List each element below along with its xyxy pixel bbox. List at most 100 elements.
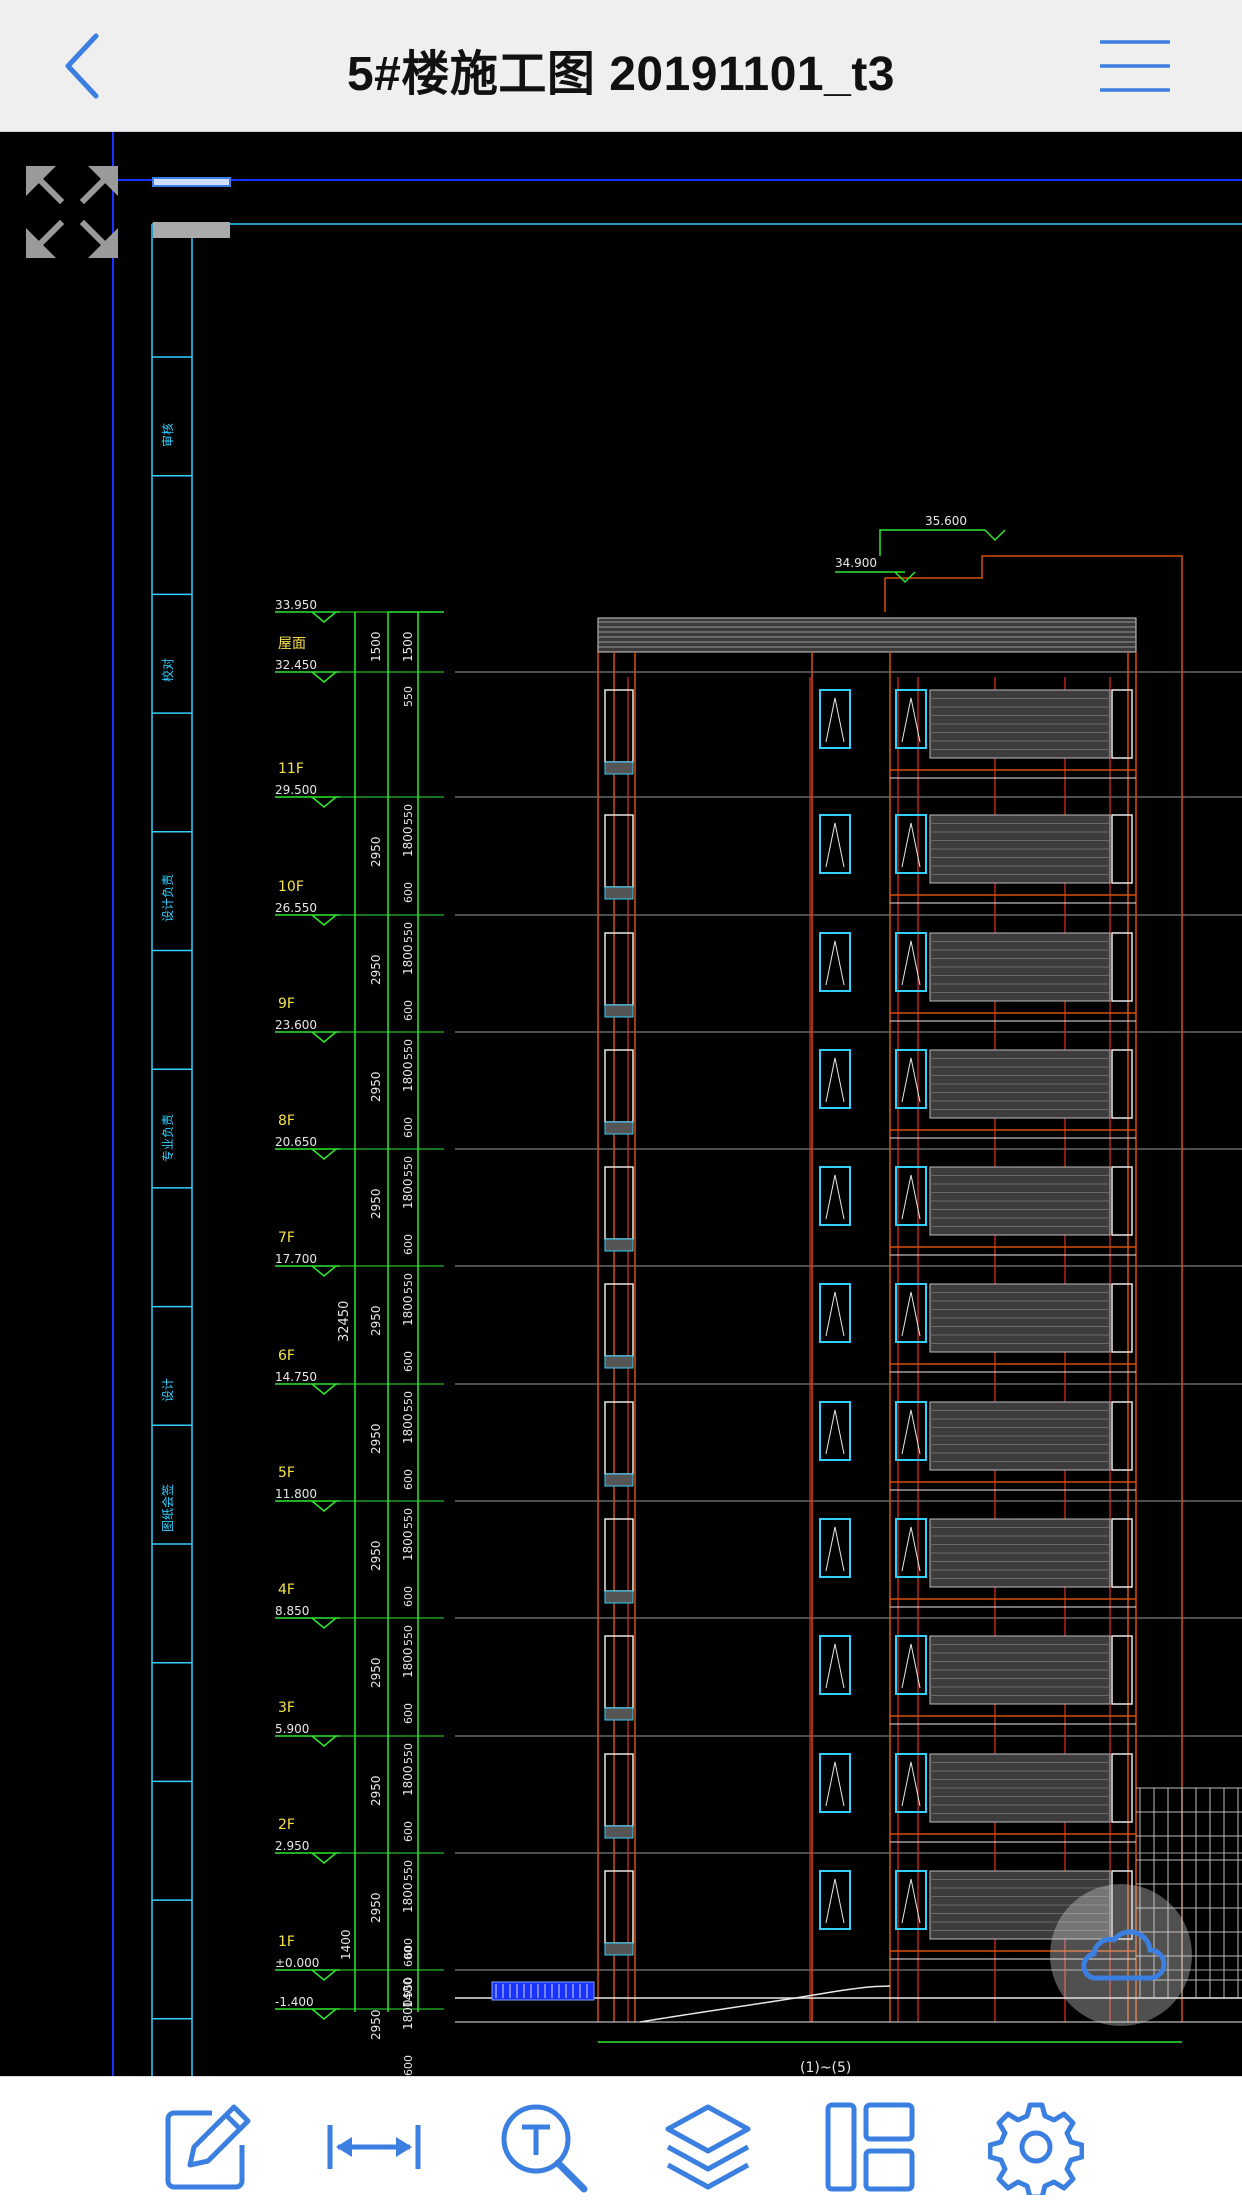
- floor-label: 2F: [278, 1817, 295, 1833]
- window: [1111, 1518, 1133, 1588]
- level-triangle: [311, 1617, 337, 1629]
- level-elevation: 20.650: [275, 1135, 317, 1149]
- window-pane: [825, 1761, 845, 1807]
- segment-dimension: 1800: [401, 1413, 415, 1444]
- menu-button[interactable]: [1090, 36, 1176, 96]
- axis-label: (1)~(5): [800, 2060, 851, 2076]
- measure-tool-button[interactable]: [326, 2099, 422, 2195]
- base-dimension: 1400: [339, 1929, 353, 1960]
- cloud-sync-button[interactable]: [1050, 1884, 1192, 2026]
- cloud-icon: [1081, 1929, 1167, 1981]
- segment-dimension: 600: [402, 1469, 415, 1490]
- layout-tool-button[interactable]: [822, 2099, 918, 2195]
- level-triangle: [311, 914, 337, 926]
- segment-dimension: 600: [402, 1117, 415, 1138]
- level-triangle: [311, 796, 337, 808]
- markup-tool-button[interactable]: [160, 2099, 256, 2195]
- segment-dimension: 1800: [401, 944, 415, 975]
- floor-label: 9F: [278, 996, 295, 1012]
- level-triangle: [311, 1735, 337, 1747]
- floor-label: 3F: [278, 1700, 295, 1716]
- layers-icon: [665, 2104, 751, 2190]
- settings-tool-button[interactable]: [987, 2099, 1085, 2200]
- level-triangle: [311, 1969, 337, 1981]
- story-dimension: 2950: [369, 836, 383, 867]
- segment-dimension: 550: [402, 922, 415, 943]
- window-sill: [604, 1238, 634, 1252]
- level-elevation: 29.500: [275, 783, 317, 797]
- level-elevation: ±0.000: [275, 1956, 319, 1970]
- story-dimension: 2950: [369, 2009, 383, 2040]
- drawing-canvas[interactable]: 审核 校对 设计负责 专业负责 设计 图纸会签 33.950 32.450 屋面 29.500 1…: [0, 132, 1242, 2076]
- window: [604, 1166, 634, 1240]
- floor-label: 6F: [278, 1348, 295, 1364]
- window-pane: [825, 1291, 845, 1337]
- segment-dimension: 600: [402, 1351, 415, 1372]
- window: [1111, 1049, 1133, 1119]
- window-sill: [604, 1473, 634, 1487]
- window: [604, 1049, 634, 1123]
- level-elevation: 11.800: [275, 1487, 317, 1501]
- window-sill: [604, 1942, 634, 1956]
- level-triangle: [311, 671, 337, 683]
- window-pane: [901, 940, 921, 986]
- window-pane: [825, 1878, 845, 1924]
- segment-dimension: 550: [402, 1625, 415, 1646]
- floor-label: 1F: [278, 1934, 295, 1950]
- fullscreen-button[interactable]: [22, 162, 122, 262]
- segment-dimension: 550: [402, 1039, 415, 1060]
- level-elevation: -1.400: [275, 1995, 314, 2009]
- story-dimension: 2950: [369, 1423, 383, 1454]
- segment-dimension: 550: [402, 1508, 415, 1529]
- window: [1111, 1635, 1133, 1705]
- level-elevation: 17.700: [275, 1252, 317, 1266]
- level-elevation: 33.950: [275, 598, 317, 612]
- segment-dimension: 1800: [401, 1295, 415, 1326]
- pencil-edit-icon: [165, 2104, 251, 2190]
- window-sill: [604, 1590, 634, 1604]
- title-block-label: 校对: [160, 658, 175, 682]
- window: [604, 814, 634, 888]
- title-block-label: 设计负责: [161, 874, 175, 922]
- level-triangle: [311, 611, 337, 623]
- roof-dimension: 550: [402, 686, 415, 707]
- window-sill: [604, 1825, 634, 1839]
- text-search-tool-button[interactable]: [496, 2099, 592, 2195]
- story-dimension: 2950: [369, 1071, 383, 1102]
- floor-label: 8F: [278, 1113, 295, 1129]
- title-block-label: 审核: [160, 423, 175, 447]
- level-elevation: 5.900: [275, 1722, 309, 1736]
- story-dimension: 2950: [369, 1657, 383, 1688]
- segment-dimension: 600: [402, 1703, 415, 1724]
- window-pane: [901, 1761, 921, 1807]
- window-pane: [901, 1174, 921, 1220]
- level-triangle: [311, 1500, 337, 1512]
- story-dimension: 2950: [369, 954, 383, 985]
- expand-arrows-icon: [26, 166, 118, 258]
- segment-dimension: 600: [402, 1586, 415, 1607]
- segment-dimension: 1800: [401, 1765, 415, 1796]
- segment-dimension: 1800: [401, 1530, 415, 1561]
- hamburger-menu-icon: [1100, 40, 1170, 92]
- total-dimension: 32450: [337, 1301, 352, 1342]
- layers-tool-button[interactable]: [660, 2099, 756, 2195]
- segment-dimension: 600: [402, 1821, 415, 1842]
- level-triangle: [311, 1265, 337, 1277]
- title-block-label: 设计: [161, 1378, 175, 1402]
- window: [604, 932, 634, 1006]
- page-title: 5#楼施工图 20191101_t3: [346, 48, 896, 101]
- level-triangle: [311, 2008, 337, 2020]
- cad-elevation-drawing[interactable]: 审核校对设计负责专业负责设计图纸会签 33.950 32.450 屋面 29.500 1…: [0, 132, 1242, 2076]
- title-block-label: 专业负责: [160, 1114, 175, 1162]
- window: [604, 1635, 634, 1709]
- window-pane: [825, 822, 845, 868]
- level-triangle: [311, 1383, 337, 1395]
- segment-dimension: 550: [402, 1391, 415, 1412]
- story-dimension: 2950: [369, 1775, 383, 1806]
- window: [604, 1870, 634, 1944]
- window-pane: [825, 940, 845, 986]
- base-dimension: 1400: [401, 1977, 415, 2008]
- window-pane: [901, 697, 921, 743]
- roof-dimension: 1500: [369, 631, 383, 662]
- floor-label: 4F: [278, 1582, 295, 1598]
